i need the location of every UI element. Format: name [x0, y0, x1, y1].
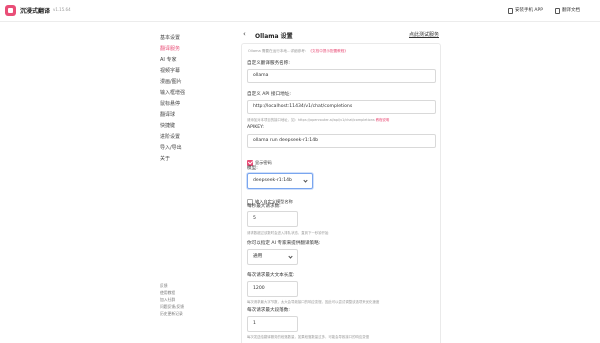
sidebar-footer-links: 反馈 使用教程 加入社群 问题反馈/反馈 历史更新记录: [160, 282, 230, 317]
sidebar-item-shortcuts[interactable]: 快捷键: [160, 121, 235, 132]
sidebar-item-mouse-hover[interactable]: 鼠标悬停: [160, 99, 235, 110]
api-url-label: 自定义 API 接口地址:: [247, 92, 291, 97]
sidebar-item-translation-service[interactable]: 翻译服务: [160, 44, 235, 55]
sidebar-item-basic[interactable]: 基本设置: [160, 33, 235, 44]
rps-label: 每秒最大请求数:: [247, 204, 281, 209]
apikey-label: APIKEY:: [247, 125, 264, 130]
sidebar-item-input-enhance[interactable]: 输入框增强: [160, 88, 235, 99]
rps-hint: 请求数超过该数时会进入排队状态，直到下一秒钟开始: [247, 231, 329, 235]
model-select[interactable]: deepseek-r1:14b: [247, 173, 313, 189]
chevron-down-icon: [303, 178, 308, 183]
api-hint-link[interactable]: 教程说明: [376, 118, 390, 122]
sidebar-item-ai-expert[interactable]: AI 专家: [160, 55, 235, 66]
max-para-label: 每次请求最大段落数:: [247, 308, 290, 313]
phone-icon: [508, 8, 513, 14]
tutorial-link[interactable]: 使用教程: [160, 289, 230, 296]
page-title: Ollama 设置: [255, 33, 293, 40]
max-para-hint: 每次发送给翻译服务的段落数量，如果段落数量过多，可能会导致接口的响应变慢: [247, 335, 370, 339]
document-icon: [555, 8, 560, 14]
service-name-label: 自定义翻译服务名称:: [247, 61, 290, 66]
sidebar-item-translate-ball[interactable]: 翻译球: [160, 110, 235, 121]
app-header: 沉浸式翻译 v1.15.64 安装手机 APP 翻译文档: [0, 0, 600, 22]
model-label: 模型:: [247, 166, 258, 171]
app-logo: [5, 5, 16, 16]
feedback-link[interactable]: 反馈: [160, 282, 230, 289]
sidebar-item-advanced[interactable]: 进阶设置: [160, 132, 235, 143]
sidebar-item-comics-images[interactable]: 漫画/图片: [160, 77, 235, 88]
max-para-input[interactable]: 1: [247, 316, 298, 332]
sidebar-item-about[interactable]: 关于: [160, 154, 235, 165]
sidebar-item-video-subtitles[interactable]: 视频字幕: [160, 66, 235, 77]
ai-expert-label: 你可以指定 AI 专家来提供翻译策略:: [247, 241, 321, 246]
service-name-input[interactable]: ollama: [247, 69, 436, 83]
community-link[interactable]: 加入社群: [160, 296, 230, 303]
brand-name: 沉浸式翻译: [20, 8, 51, 15]
back-icon[interactable]: ‹: [243, 30, 246, 38]
max-text-input[interactable]: 1200: [247, 281, 298, 297]
max-text-label: 每次请求最大文本长度:: [247, 273, 295, 278]
apikey-input[interactable]: ollama run deepseek-r1:14b: [247, 134, 436, 148]
notice-doc-link[interactable]: 《文档中提示配置教程》: [308, 49, 348, 53]
install-app-button[interactable]: 安装手机 APP: [508, 6, 543, 16]
max-text-hint: 每次请求最大字节数，太大会导致接口的响应变慢，因此可以尝试调整该选项来优化速度: [247, 300, 380, 304]
custom-model-checkbox[interactable]: 输入自定义模型名称: [247, 191, 293, 205]
docs-button[interactable]: 翻译文档: [555, 6, 580, 16]
rps-input[interactable]: 5: [247, 211, 298, 227]
sidebar-nav: 基本设置 翻译服务 AI 专家 视频字幕 漫画/图片 输入框增强 鼠标悬停 翻译…: [160, 33, 235, 165]
ai-expert-select[interactable]: 通用: [247, 249, 298, 265]
changelog-link[interactable]: 历史更新记录: [160, 310, 230, 317]
issue-feedback-link[interactable]: 问题反馈/反馈: [160, 303, 230, 310]
notice-text: Ollama 需要在运行本地...详细参考：《文档中提示配置教程》: [248, 49, 348, 53]
show-password-checkbox[interactable]: 显示密码: [247, 152, 272, 166]
settings-card: Ollama 需要在运行本地...详细参考：《文档中提示配置教程》 自定义翻译服…: [241, 43, 441, 343]
settings-panel: ‹ Ollama 设置 点此测试服务 Ollama 需要在运行本地...详细参考…: [241, 28, 441, 343]
test-service-link[interactable]: 点此测试服务: [409, 31, 439, 38]
api-url-hint: 请添加对本项目的接口地址，如：https://openrouter.ai/api…: [247, 118, 390, 122]
chevron-down-icon: [288, 254, 293, 259]
version-label: v1.15.64: [53, 7, 71, 12]
sidebar-item-import-export[interactable]: 导入/导出: [160, 143, 235, 154]
api-url-input[interactable]: http://localhost:11434/v1/chat/completio…: [247, 100, 436, 114]
